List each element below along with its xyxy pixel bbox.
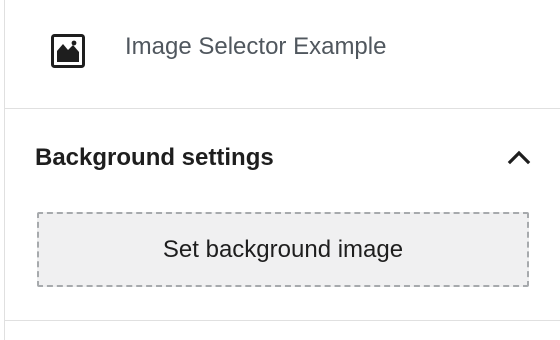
- panel-title: Background settings: [35, 144, 274, 171]
- block-inspector-sidebar: Image Selector Example Background settin…: [4, 0, 560, 340]
- background-settings-toggle[interactable]: Background settings: [5, 109, 560, 204]
- chevron-up-icon: [505, 143, 533, 171]
- image-block-icon: [50, 33, 86, 69]
- panel-divider: [5, 320, 560, 321]
- set-background-image-button[interactable]: Set background image: [37, 212, 529, 287]
- block-card: Image Selector Example: [5, 0, 560, 109]
- block-title: Image Selector Example: [125, 33, 387, 60]
